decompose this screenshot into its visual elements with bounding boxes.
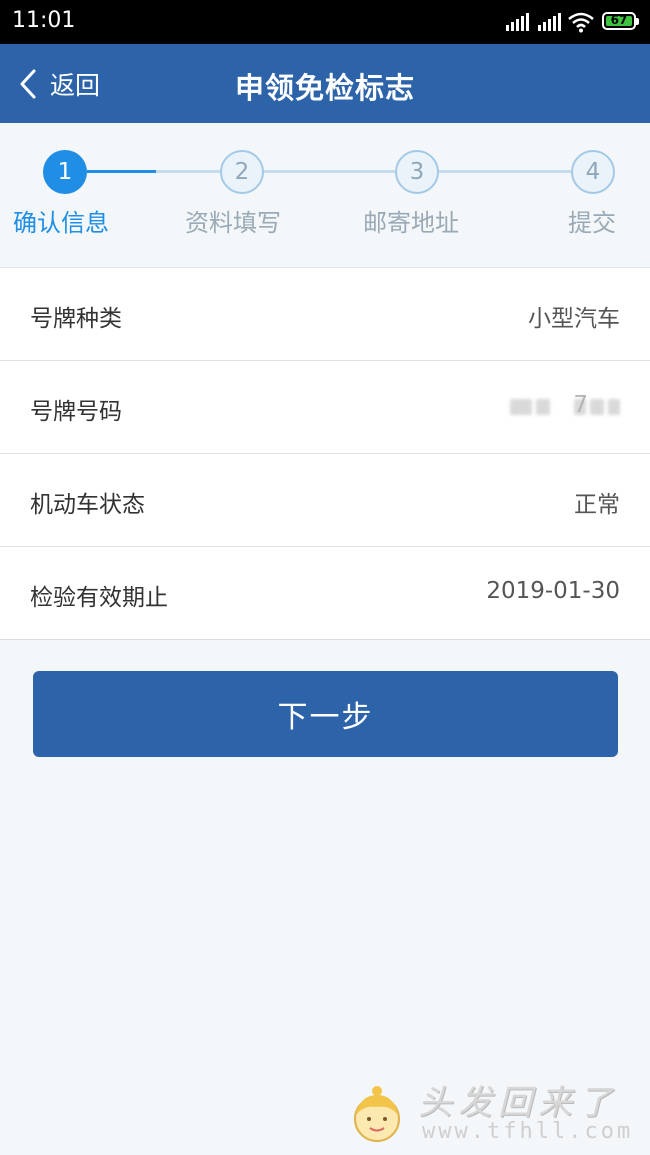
watermark-text: 头发回来了 [418,1083,618,1123]
status-time: 11:01 [12,8,76,33]
signal-icon [538,13,561,31]
info-label: 检验有效期止 [30,585,168,611]
signal-icon [506,13,529,31]
cartoon-face-icon [354,1086,400,1142]
watermark: 头发回来了 www.tfhll.com [340,1073,640,1153]
info-label: 号牌号码 [30,399,122,425]
page-title: 申领免检标志 [234,71,415,105]
step-1-label: 确认信息 [13,209,109,237]
stepper: 1 2 3 4 确认信息 资料填写 邮寄地址 提交 [0,123,650,268]
vehicle-info-list: 号牌种类 小型汽车 号牌号码 7 机动车状态 正常 检验有效期止 2019-01… [0,268,650,640]
battery-level: 67 [610,13,628,27]
step-4-label: 提交 [568,209,616,237]
info-value: 小型汽车 [528,306,620,332]
info-value: 2019-01-30 [486,578,620,604]
battery-icon: 67 [602,12,636,30]
info-value: 正常 [574,492,620,518]
info-row-plate-number: 号牌号码 7 [0,361,650,454]
info-label: 号牌种类 [30,306,122,332]
step-3-circle: 3 [395,150,439,194]
watermark-url: www.tfhll.com [422,1119,634,1144]
step-connector [156,170,220,173]
step-2-circle: 2 [220,150,264,194]
wifi-icon [568,12,594,33]
step-4-circle: 4 [571,150,615,194]
step-1-circle: 1 [43,150,87,194]
info-row-inspection-expiry: 检验有效期止 2019-01-30 [0,547,650,640]
step-connector [264,170,395,173]
info-value: 7 [573,392,588,418]
step-3-label: 邮寄地址 [363,209,459,237]
nav-bar: 返回 申领免检标志 [0,44,650,123]
info-row-vehicle-status: 机动车状态 正常 [0,454,650,547]
next-step-button[interactable]: 下一步 [33,671,618,757]
step-2-label: 资料填写 [185,209,281,237]
step-connector [87,170,156,173]
step-connector [439,170,571,173]
info-label: 机动车状态 [30,492,145,518]
battery-tip [636,18,639,25]
plate-number-redacted [510,391,620,421]
info-row-plate-type: 号牌种类 小型汽车 [0,268,650,361]
status-bar: 11:01 67 [0,0,650,44]
